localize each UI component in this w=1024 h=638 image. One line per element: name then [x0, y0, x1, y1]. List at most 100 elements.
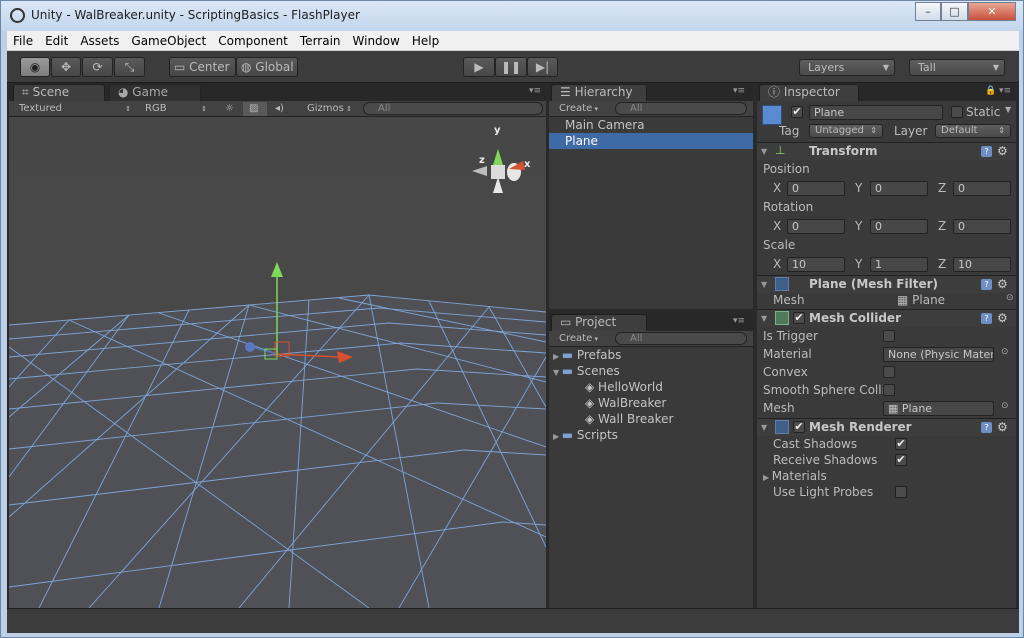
light-probes-checkbox[interactable]: [895, 486, 907, 498]
static-checkbox[interactable]: [951, 106, 963, 118]
object-active-checkbox[interactable]: ✔: [791, 106, 803, 118]
project-create-dropdown[interactable]: Create ▾: [553, 332, 607, 346]
chevron-down-icon: ▼: [761, 147, 768, 156]
minimize-button[interactable]: –: [915, 2, 941, 21]
mesh-collider-header[interactable]: ▼ ✔ Mesh Collider ? ⚙: [757, 309, 1016, 327]
tab-project[interactable]: ▭ Project: [551, 314, 647, 331]
hierarchy-create-dropdown[interactable]: Create ▾: [553, 102, 607, 116]
help-icon[interactable]: ?: [981, 279, 992, 290]
mesh-filter-header[interactable]: ▼ Plane (Mesh Filter) ? ⚙: [757, 275, 1016, 293]
scale-tool-button[interactable]: ⤡: [114, 57, 145, 77]
mesh-filter-mesh-value[interactable]: ▦ Plane: [897, 292, 945, 308]
mesh-collider-enabled-checkbox[interactable]: ✔: [793, 312, 805, 324]
menu-window[interactable]: Window: [347, 31, 406, 51]
tag-dropdown[interactable]: Untagged ⇕: [809, 124, 883, 138]
folder-prefabs[interactable]: ▶ ▬ Prefabs: [553, 347, 621, 363]
move-tool-button[interactable]: ✥: [51, 57, 81, 77]
chevron-down-icon: ▼: [761, 314, 768, 323]
color-mode-dropdown[interactable]: RGB ⇕: [139, 102, 209, 116]
menu-gameobject[interactable]: GameObject: [125, 31, 212, 51]
layout-dropdown[interactable]: Tall ▼: [909, 59, 1005, 76]
is-trigger-checkbox[interactable]: [883, 330, 895, 342]
collider-mesh-label: Mesh: [763, 401, 795, 415]
smooth-sphere-checkbox[interactable]: [883, 384, 895, 396]
layer-dropdown[interactable]: Default ⇕: [935, 124, 1011, 138]
chevron-down-icon: ▾: [592, 105, 598, 113]
scale-x-field[interactable]: 10: [787, 257, 845, 272]
convex-checkbox[interactable]: [883, 366, 895, 378]
tab-game[interactable]: ◕ Game: [109, 84, 201, 101]
menu-terrain[interactable]: Terrain: [294, 31, 347, 51]
gear-icon[interactable]: ⚙: [997, 277, 1008, 291]
transform-header[interactable]: ▼ ⊥ Transform ? ⚙: [757, 142, 1016, 160]
tab-hierarchy[interactable]: ☰ Hierarchy: [551, 84, 647, 101]
step-button[interactable]: ▶|: [527, 57, 558, 77]
panel-menu-icon[interactable]: ▾≡: [999, 86, 1011, 96]
position-x-field[interactable]: 0: [787, 181, 845, 196]
menu-edit[interactable]: Edit: [39, 31, 74, 51]
gizmos-dropdown[interactable]: Gizmos ⇕: [301, 102, 357, 116]
panel-menu-icon[interactable]: ▾≡: [529, 86, 541, 96]
chevron-right-icon: ▶: [553, 352, 562, 361]
panel-menu-icon[interactable]: ▾≡: [733, 86, 745, 96]
lock-icon[interactable]: 🔒: [985, 86, 996, 96]
play-button[interactable]: ▶: [463, 57, 495, 77]
maximize-button[interactable]: □: [941, 2, 968, 21]
window-title: Unity - WalBreaker.unity - ScriptingBasi…: [31, 8, 360, 22]
collider-mesh-field[interactable]: ▦ Plane: [883, 401, 994, 416]
object-picker-icon[interactable]: ⊙: [1001, 347, 1009, 357]
scene-search-input[interactable]: All: [363, 102, 543, 115]
menu-help[interactable]: Help: [406, 31, 445, 51]
lighting-toggle[interactable]: ☼: [219, 102, 241, 116]
receive-shadows-checkbox[interactable]: ✔: [895, 454, 907, 466]
layers-dropdown[interactable]: Layers ▼: [799, 59, 895, 76]
rotation-y-field[interactable]: 0: [870, 219, 928, 234]
panel-menu-icon[interactable]: ▾≡: [733, 316, 745, 326]
hierarchy-item-main-camera[interactable]: Main Camera: [549, 117, 753, 133]
pause-button[interactable]: ❚❚: [495, 57, 527, 77]
chevron-down-icon[interactable]: ▼: [1005, 105, 1011, 114]
smooth-sphere-label: Smooth Sphere Colli: [763, 383, 883, 397]
menu-assets[interactable]: Assets: [74, 31, 125, 51]
gear-icon[interactable]: ⚙: [997, 311, 1008, 325]
tab-inspector[interactable]: ⓘ Inspector: [759, 84, 859, 101]
help-icon[interactable]: ?: [981, 422, 992, 433]
folder-scripts[interactable]: ▶ ▬ Scripts: [553, 427, 618, 443]
scale-z-field[interactable]: 10: [953, 257, 1011, 272]
hierarchy-search-input[interactable]: All: [615, 102, 747, 115]
rotation-x-field[interactable]: 0: [787, 219, 845, 234]
space-global-button[interactable]: ◍ Global: [236, 57, 298, 77]
rotation-z-field[interactable]: 0: [953, 219, 1011, 234]
object-name-field[interactable]: Plane: [809, 105, 943, 120]
scene-asset-helloworld[interactable]: ◈ HelloWorld: [585, 379, 663, 395]
scene-viewport[interactable]: y x z: [9, 117, 546, 608]
gear-icon[interactable]: ⚙: [997, 144, 1008, 158]
image-toggle[interactable]: ▨: [243, 102, 267, 116]
close-button[interactable]: ✕: [968, 2, 1016, 21]
hierarchy-item-plane[interactable]: Plane: [549, 133, 753, 149]
help-icon[interactable]: ?: [981, 146, 992, 157]
gear-icon[interactable]: ⚙: [997, 420, 1008, 434]
help-icon[interactable]: ?: [981, 313, 992, 324]
scale-y-field[interactable]: 1: [870, 257, 928, 272]
object-picker-icon[interactable]: ⊙: [1006, 293, 1014, 303]
folder-scenes[interactable]: ▼ ▬ Scenes: [553, 363, 620, 379]
menu-file[interactable]: File: [7, 31, 39, 51]
tab-scene[interactable]: ⌗ Scene: [13, 84, 105, 101]
object-picker-icon[interactable]: ⊙: [1001, 401, 1009, 411]
project-search-input[interactable]: All: [615, 332, 747, 345]
cast-shadows-checkbox[interactable]: ✔: [895, 438, 907, 450]
mesh-renderer-header[interactable]: ▼ ✔ Mesh Renderer ? ⚙: [757, 418, 1016, 436]
menu-component[interactable]: Component: [212, 31, 294, 51]
material-field[interactable]: None (Physic Mater: [883, 347, 994, 362]
audio-toggle[interactable]: ◂): [269, 102, 291, 116]
rotate-tool-button[interactable]: ⟳: [82, 57, 113, 77]
pivot-center-button[interactable]: ▭ Center: [169, 57, 236, 77]
mesh-renderer-enabled-checkbox[interactable]: ✔: [793, 421, 805, 433]
scene-asset-walbreaker[interactable]: ◈ WalBreaker: [585, 395, 666, 411]
position-y-field[interactable]: 0: [870, 181, 928, 196]
view-tool-button[interactable]: ◉: [20, 57, 50, 77]
scene-asset-wall-breaker[interactable]: ◈ Wall Breaker: [585, 411, 673, 427]
render-mode-dropdown[interactable]: Textured ⇕: [13, 102, 133, 116]
position-z-field[interactable]: 0: [953, 181, 1011, 196]
